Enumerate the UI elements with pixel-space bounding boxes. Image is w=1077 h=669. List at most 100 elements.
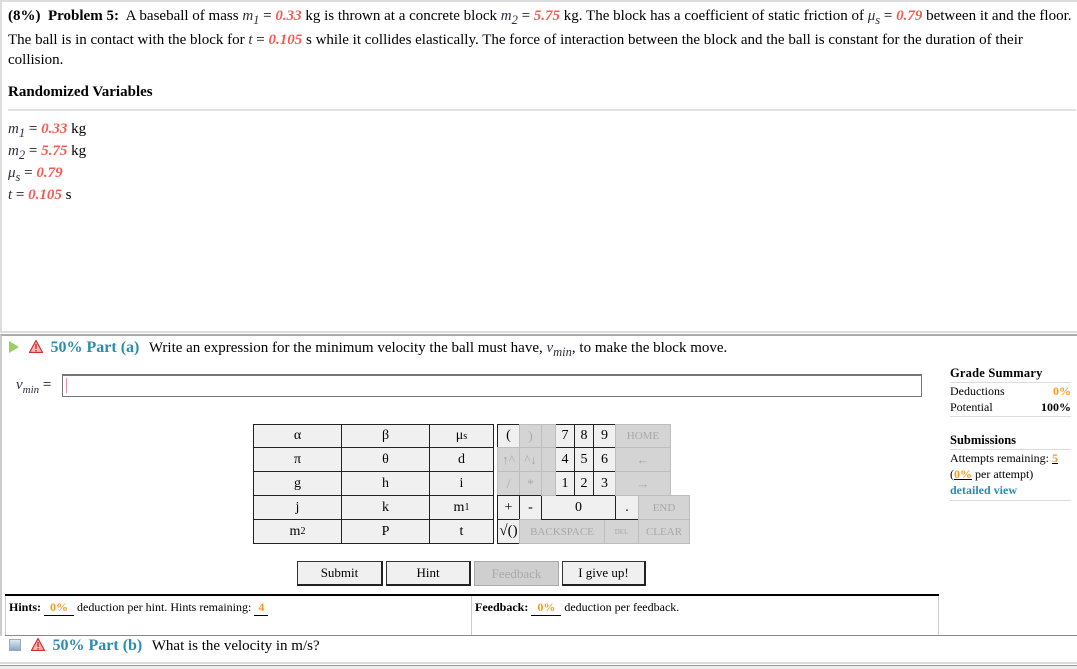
warning-icon: [28, 340, 43, 354]
var-m2-symbol: m2: [500, 8, 518, 27]
key-spacer: [541, 447, 556, 472]
answer-input[interactable]: [62, 374, 922, 397]
randomized-variables-title: Randomized Variables: [8, 84, 153, 100]
var-mus-value: 0.79: [896, 8, 923, 24]
key-1[interactable]: 1: [555, 471, 575, 496]
key-4[interactable]: 4: [555, 447, 575, 472]
key-right-paren[interactable]: ): [519, 424, 542, 448]
problem-text-part: kg. The block has a coefficient of stati…: [560, 8, 868, 24]
feedback-button[interactable]: Feedback: [474, 561, 559, 586]
key-mu-s[interactable]: μs: [429, 424, 494, 448]
var-m1-value: 0.33: [275, 8, 302, 24]
key-cursor-right[interactable]: →: [615, 471, 671, 496]
hint-button[interactable]: Hint: [386, 561, 471, 586]
feedback-deduction: 0%: [531, 600, 562, 616]
grade-summary-title: Grade Summary: [950, 366, 1071, 383]
key-i[interactable]: i: [429, 471, 494, 496]
play-icon[interactable]: [9, 340, 19, 353]
divider: [950, 415, 1071, 417]
key-9[interactable]: 9: [593, 424, 616, 448]
answer-label: vmin =: [16, 377, 52, 396]
give-up-button[interactable]: I give up!: [562, 561, 646, 586]
key-d[interactable]: d: [429, 447, 494, 472]
grade-summary: Grade Summary Deductions 0% Potential 10…: [950, 366, 1071, 417]
hints-text: deduction per hint. Hints remaining:: [77, 600, 252, 614]
key-subscript[interactable]: ^↓: [519, 447, 542, 472]
var-m1-symbol: m1: [242, 8, 260, 27]
key-beta[interactable]: β: [341, 424, 430, 448]
problem-text-part: A baseball of mass: [125, 8, 243, 24]
key-spacer: [541, 424, 556, 448]
hint-deduction: 0%: [44, 600, 75, 616]
hints-remaining: 4: [254, 600, 269, 616]
key-alpha[interactable]: α: [253, 424, 342, 448]
key-h[interactable]: h: [341, 471, 430, 496]
part-b-header[interactable]: 50% Part (b) What is the velocity in m/s…: [9, 637, 320, 655]
key-pi[interactable]: π: [253, 447, 342, 472]
key-minus[interactable]: -: [519, 495, 542, 520]
equals-sign: =: [521, 8, 531, 24]
key-sqrt[interactable]: √(): [497, 519, 520, 544]
potential-label: Potential: [950, 400, 993, 414]
key-3[interactable]: 3: [593, 471, 616, 496]
potential-value: 100%: [1041, 400, 1071, 414]
key-superscript[interactable]: ↑^: [497, 447, 520, 472]
text-caret: [66, 378, 67, 393]
feedback-panel: Feedback: 0% deduction per feedback.: [471, 596, 939, 636]
key-j[interactable]: j: [253, 495, 342, 520]
key-theta[interactable]: θ: [341, 447, 430, 472]
feedback-label: Feedback:: [475, 600, 529, 614]
key-8[interactable]: 8: [574, 424, 594, 448]
attempts-value: 5: [1051, 451, 1058, 465]
submissions-title: Submissions: [950, 432, 1071, 450]
submit-button[interactable]: Submit: [297, 561, 383, 586]
key-cursor-left[interactable]: ←: [615, 447, 671, 472]
part-b-label: 50% Part (b): [52, 637, 143, 654]
part-a-label: 50% Part (a): [50, 339, 140, 356]
feedback-text: deduction per feedback.: [564, 600, 680, 614]
problem-weight: (8%): [8, 8, 41, 24]
key-multiply[interactable]: *: [519, 471, 542, 496]
attempts-remaining: Attempts remaining: 5: [950, 451, 1058, 465]
divider: [8, 109, 1076, 111]
collapse-icon[interactable]: [9, 638, 21, 651]
problem-text-part: kg is thrown at a concrete block: [301, 8, 501, 24]
problem-statement: (8%) Problem 5: A baseball of mass m1 = …: [8, 6, 1074, 70]
key-decimal[interactable]: .: [615, 495, 639, 520]
part-b-question: What is the velocity in m/s?: [151, 638, 320, 654]
var-t-symbol: t: [248, 32, 253, 48]
randomized-var-t: t = 0.105 s: [8, 187, 72, 203]
key-0[interactable]: 0: [541, 495, 616, 520]
var-t-value: 0.105: [268, 32, 303, 48]
key-end[interactable]: END: [638, 495, 690, 520]
key-backspace[interactable]: BACKSPACE: [519, 519, 605, 544]
divider: [0, 662, 1077, 664]
key-home[interactable]: HOME: [615, 424, 671, 448]
equals-sign: =: [256, 32, 265, 48]
key-plus[interactable]: +: [497, 495, 520, 520]
key-7[interactable]: 7: [555, 424, 575, 448]
key-2[interactable]: 2: [574, 471, 594, 496]
key-divide[interactable]: /: [497, 471, 520, 496]
key-6[interactable]: 6: [593, 447, 616, 472]
equals-sign: =: [263, 8, 272, 24]
key-k[interactable]: k: [341, 495, 430, 520]
key-5[interactable]: 5: [574, 447, 594, 472]
hints-panel: Hints: 0% deduction per hint. Hints rema…: [5, 596, 471, 636]
detailed-view-link[interactable]: detailed view: [950, 483, 1017, 497]
deductions-value: 0%: [1053, 384, 1071, 398]
key-clear[interactable]: CLEAR: [638, 519, 690, 544]
key-g[interactable]: g: [253, 471, 342, 496]
key-left-paren[interactable]: (: [497, 424, 520, 448]
deductions-label: Deductions: [950, 384, 1005, 398]
key-m2[interactable]: m2: [253, 519, 342, 544]
potential-row: Potential 100%: [950, 399, 1071, 415]
var-m2-value: 5.75: [533, 8, 561, 24]
equals-sign: =: [883, 8, 893, 24]
divider: [0, 665, 1077, 669]
key-m1[interactable]: m1: [429, 495, 494, 520]
key-t[interactable]: t: [429, 519, 494, 544]
key-p[interactable]: P: [341, 519, 430, 544]
divider: [950, 498, 1071, 501]
key-del[interactable]: DEL: [604, 519, 639, 544]
